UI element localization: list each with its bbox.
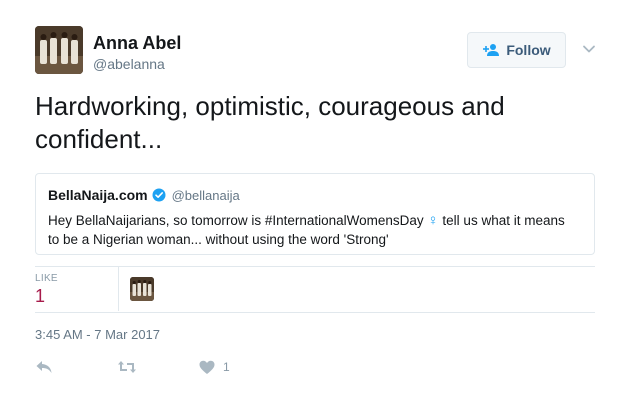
quoted-tweet-text: Hey BellaNaijarians, so tomorrow is #Int… xyxy=(48,211,568,249)
quoted-tweet-header: BellaNaija.com @bellanaija xyxy=(48,186,582,204)
follow-button[interactable]: Follow xyxy=(467,32,566,68)
quoted-tweet[interactable]: BellaNaija.com @bellanaija Hey BellaNaij… xyxy=(35,173,595,255)
author-handle[interactable]: @abelanna xyxy=(93,56,165,72)
follow-button-label: Follow xyxy=(506,42,551,58)
profile-photo-icon xyxy=(130,277,154,301)
author-name[interactable]: Anna Abel xyxy=(93,33,181,54)
quoted-author-handle: @bellanaija xyxy=(171,187,240,203)
like-button[interactable]: 1 xyxy=(199,357,230,377)
tweet-timestamp[interactable]: 3:45 AM - 7 Mar 2017 xyxy=(35,327,160,342)
verified-badge-icon xyxy=(152,188,166,202)
chevron-down-icon[interactable] xyxy=(582,42,596,56)
like-count[interactable]: 1 xyxy=(35,286,45,307)
quoted-text-part-1: Hey BellaNaijarians, so tomorrow is #Int… xyxy=(48,213,428,228)
add-user-icon xyxy=(483,44,500,56)
author-avatar[interactable] xyxy=(35,26,83,74)
like-label[interactable]: LIKE xyxy=(35,273,58,284)
liker-avatar[interactable] xyxy=(130,277,154,301)
tweet-text: Hardworking, optimistic, courageous and … xyxy=(35,91,505,154)
stats-divider xyxy=(118,267,119,311)
profile-photo-icon xyxy=(35,26,83,74)
retweet-button[interactable] xyxy=(117,357,137,377)
retweet-icon xyxy=(118,361,136,373)
quoted-author-name: BellaNaija.com xyxy=(48,187,148,203)
heart-icon xyxy=(199,360,215,374)
divider-bottom xyxy=(35,312,595,313)
reply-button[interactable] xyxy=(35,357,53,377)
divider-top xyxy=(35,266,595,267)
female-sign-emoji: ♀ xyxy=(427,212,439,229)
like-action-count: 1 xyxy=(223,360,230,374)
reply-icon xyxy=(36,361,52,373)
